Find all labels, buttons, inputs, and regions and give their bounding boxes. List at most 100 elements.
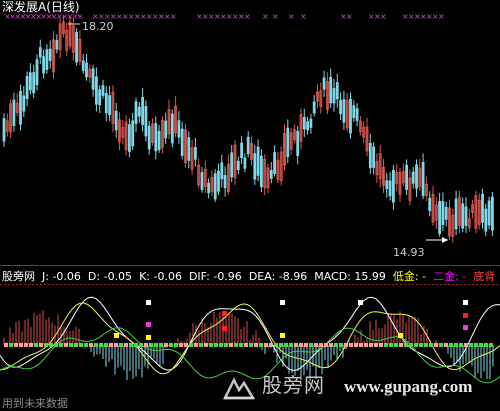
signal-square [222,326,227,331]
signal-cross: × [272,12,279,21]
signal-dot [244,343,248,347]
signal-cross: × [244,12,251,21]
signal-dot [164,343,168,347]
signal-dot [249,343,253,347]
signal-dot [304,343,308,347]
signal-dot [54,343,58,347]
signal-dot [44,343,48,347]
signal-square [398,333,403,338]
candle-body [35,59,39,86]
signal-dot [229,343,233,347]
candle-body [187,137,191,161]
signal-dot [4,343,8,347]
signal-dot [299,343,303,347]
kdj-k-line [0,296,500,371]
signal-dot [274,343,278,347]
signal-dot [329,343,333,347]
candle-body [421,162,425,197]
signal-dot [369,343,373,347]
signal-square [146,300,151,305]
candle-body [55,40,59,50]
indicator-value: 二金: - [433,270,467,283]
signal-dot [399,343,403,347]
candle-body [240,142,244,159]
signal-dot [309,343,313,347]
signal-dot [429,343,433,347]
signal-square [463,325,468,330]
signal-square [358,300,363,305]
candle-body [411,171,415,184]
signal-dot [424,343,428,347]
indicator-value: 底背 [473,270,496,283]
signal-dot [239,343,243,347]
candle-body [332,88,336,104]
signal-square [280,333,285,338]
candle-body [177,120,181,138]
signal-dot [459,343,463,347]
candle-body [25,75,29,99]
signal-cross: × [288,12,295,21]
candle-body [481,193,484,223]
candle-body [349,98,352,134]
signal-dot [449,343,453,347]
signal-dots-row [4,343,493,347]
signal-dot [224,343,228,347]
candle-body [461,203,465,229]
signal-dot [324,343,328,347]
candle-body [415,164,418,189]
candle-body [296,130,300,156]
signal-dot [474,343,478,347]
high-price-label: 18.20 [82,20,114,33]
signal-dot [114,343,118,347]
signal-dot [364,343,368,347]
candle-body [273,152,277,174]
signal-cross: × [380,12,387,21]
signal-dot [49,343,53,347]
candle-body [22,95,26,112]
signal-dot [84,343,88,347]
indicator-value: K: -0.06 [139,270,182,283]
candle-body [98,89,102,106]
candle-body [309,118,313,128]
signal-dot [19,343,23,347]
candle-body [19,90,22,125]
signal-dot [199,343,203,347]
signal-square [146,322,151,327]
candle-body [223,175,227,189]
candle-body [428,197,432,212]
candle-body [286,127,290,158]
signal-dot [194,343,198,347]
signal-dot [409,343,413,347]
candle-body [164,120,168,139]
candle-body [441,201,445,226]
candle-body [259,155,263,188]
candle-body [372,146,376,168]
signal-dot [119,343,123,347]
signal-dot [104,343,108,347]
signal-dot [59,343,63,347]
candle-body [85,62,88,78]
candle-body [329,76,333,104]
watermark-url: www.gupang.com [344,377,473,396]
signal-dot [489,343,493,347]
candle-body [131,120,135,147]
signal-dot [439,343,443,347]
indicator-value: DIF: -0.96 [188,270,242,283]
candle-body [101,85,105,96]
candle-body [302,117,306,130]
signal-cross: × [262,12,269,21]
signal-square [463,313,468,318]
signal-dot [39,343,43,347]
signal-square [463,300,468,305]
indicator-value: D: -0.05 [87,270,133,283]
signal-dot [269,343,273,347]
signal-dot [9,343,13,347]
candle-body [269,169,273,179]
signal-square [222,311,227,316]
signal-cross: × [438,12,445,21]
signal-dot [179,343,183,347]
indicator-values-row: 股旁网 J: -0.06 D: -0.05 K: -0.06 DIF: -0.96 DEA… [2,270,500,283]
signal-dot [404,343,408,347]
future-data-note: 用到未来数据 [2,397,68,410]
signal-dot [384,343,388,347]
